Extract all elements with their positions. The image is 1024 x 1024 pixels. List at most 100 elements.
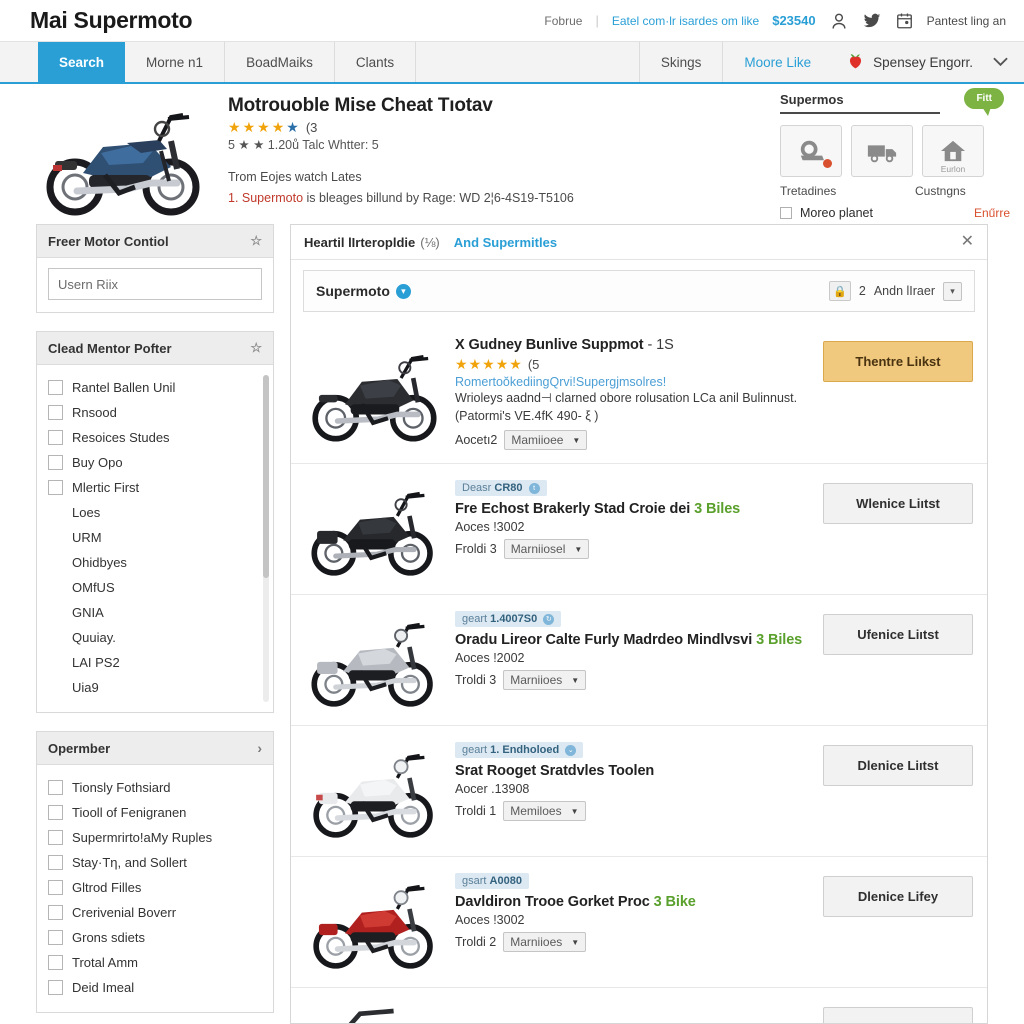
filter-item[interactable]: Uia9	[48, 675, 255, 700]
star-icon: ★	[455, 356, 468, 372]
panel-header[interactable]: Opermber ›	[37, 732, 273, 765]
result-primary-button[interactable]: Dlenice Liıtst	[823, 745, 973, 787]
filter-checkbox-row[interactable]: Stay·Tη, and Sollert	[48, 850, 262, 875]
chevron-down-icon[interactable]	[983, 42, 1024, 82]
result-tag[interactable]: gsart A0080	[455, 873, 529, 890]
list-item[interactable]	[291, 988, 987, 1023]
twitter-bird-icon[interactable]	[862, 12, 882, 30]
tab-skings[interactable]: Skings	[640, 42, 724, 82]
sidebar-scrollbar[interactable]	[263, 375, 269, 702]
result-title[interactable]: Oradu Lireor Calte Furly Madrdeo Mindlvs…	[455, 632, 823, 648]
person-icon[interactable]	[829, 11, 849, 31]
filter-checkbox-row[interactable]: Deid Imeal	[48, 975, 262, 1000]
panel-body	[37, 258, 273, 312]
result-primary-button[interactable]	[823, 1007, 973, 1023]
tab-clants[interactable]: Clants	[335, 42, 417, 82]
search-input[interactable]	[48, 268, 262, 300]
result-dropdown[interactable]: Marniiosel ▼	[503, 539, 590, 560]
result-dropdown[interactable]: Memiloes ▼	[503, 801, 586, 822]
star-outline-icon[interactable]: ☆	[250, 340, 262, 356]
filter-item[interactable]: OMfUS	[48, 575, 255, 600]
result-tag[interactable]: Deasr CR80 t	[455, 480, 547, 497]
close-icon[interactable]: ✕	[961, 234, 974, 250]
result-tag[interactable]: geart 1. Endholoed ⌄	[455, 742, 584, 759]
chevron-right-icon[interactable]: ›	[257, 740, 262, 756]
filter-checkbox-row[interactable]: Resoices Studes	[48, 425, 255, 450]
filter-checkbox-row[interactable]: Buy Opo	[48, 450, 255, 475]
home-icon-tile[interactable]: Eurlon	[922, 125, 984, 177]
checkbox[interactable]	[48, 830, 63, 845]
result-primary-button[interactable]: Dlenice Lifey	[823, 876, 973, 918]
list-item[interactable]: gsart A0080 Davldiron Trooe Gorket Proc …	[291, 857, 987, 989]
filter-item[interactable]: Loes	[48, 500, 255, 525]
result-tag[interactable]: geart 1.4007S0 ↻	[455, 611, 562, 628]
checkbox[interactable]	[48, 455, 63, 470]
result-action: Dlenice Liıtst	[823, 739, 973, 843]
filter-checkbox-row[interactable]: Mlertic First	[48, 475, 255, 500]
filter-checkbox-row[interactable]: Tionsly Fothsiard	[48, 775, 262, 800]
enquire-link[interactable]: Enűrre	[974, 206, 1010, 220]
checkbox[interactable]	[48, 405, 63, 420]
filter-label: Tiooll of Fenigranen	[72, 805, 187, 820]
filter-checkbox-row[interactable]: Gltrod Filles	[48, 875, 262, 900]
filter-item[interactable]: LAI PS2	[48, 650, 255, 675]
account-label[interactable]: Pantest ling an	[927, 14, 1006, 28]
result-dropdown[interactable]: Marniioes ▼	[503, 670, 587, 691]
lock-icon[interactable]: 🔒	[828, 281, 851, 301]
chevron-down-circle-icon[interactable]: ▾	[395, 283, 411, 299]
checkbox[interactable]	[48, 980, 63, 995]
brand-logo[interactable]: Mai Supermoto	[30, 7, 193, 34]
filter-item[interactable]: GNIA	[48, 600, 255, 625]
calendar-icon[interactable]	[895, 12, 914, 30]
tab-search[interactable]: Search	[38, 42, 126, 82]
result-primary-button[interactable]: Thentre Liıkst	[823, 341, 973, 382]
chevron-down-icon[interactable]: ▾	[943, 281, 962, 301]
filter-checkbox-row[interactable]: Trotal Amm	[48, 950, 262, 975]
checkbox[interactable]	[48, 380, 63, 395]
result-dropdown[interactable]: Mamiioee ▼	[504, 430, 588, 451]
list-item[interactable]: Deasr CR80 t Fre Echost Brakerly Stad Cr…	[291, 464, 987, 596]
filter-checkbox-row[interactable]: Tiooll of Fenigranen	[48, 800, 262, 825]
hero-checkbox-row: Moreo planet Enűrre	[780, 206, 1010, 220]
hero-checkbox[interactable]	[780, 207, 792, 219]
tab-morne[interactable]: Morne n1	[125, 42, 226, 82]
checkbox[interactable]	[48, 880, 63, 895]
filter-checkbox-row[interactable]: Rantel Ballen Unil	[48, 375, 255, 400]
scrollbar-thumb[interactable]	[263, 375, 269, 578]
checkbox[interactable]	[48, 955, 63, 970]
filter-item[interactable]: Ohidbyes	[48, 550, 255, 575]
checkbox[interactable]	[48, 480, 63, 495]
topbar-promo-link[interactable]: Eatel com·lr isardes om like	[612, 14, 759, 28]
tab-moore-like[interactable]: Moore Like	[723, 42, 832, 82]
filter-item[interactable]: URM	[48, 525, 255, 550]
result-dropdown[interactable]: Marniioes ▼	[503, 932, 587, 953]
result-title[interactable]: X Gudney Bunlive Suppmot - 1S	[455, 337, 823, 353]
result-title[interactable]: Srat Rooget Sratdvles Toolen	[455, 763, 823, 779]
filter-label: Stay·Tη, and Sollert	[72, 855, 187, 870]
result-link[interactable]: RomertoŏkediingQrvi!Supergjmsolres!	[455, 375, 823, 389]
list-item[interactable]: geart 1. Endholoed ⌄ Srat Rooget Sratdvl…	[291, 726, 987, 858]
filter-item[interactable]: Quuiay.	[48, 625, 255, 650]
truck-icon-tile[interactable]	[851, 125, 913, 177]
checkbox[interactable]	[48, 905, 63, 920]
tab-boadmaiks[interactable]: BoadMaiks	[225, 42, 335, 82]
result-primary-button[interactable]: Wlenice Liıtst	[823, 483, 973, 525]
filter-checkbox-row[interactable]: Supermrirto!aMy Ruples	[48, 825, 262, 850]
checkbox[interactable]	[48, 805, 63, 820]
checkbox[interactable]	[48, 930, 63, 945]
filter-checkbox-row[interactable]: Rnsood	[48, 400, 255, 425]
checkbox[interactable]	[48, 430, 63, 445]
result-primary-button[interactable]: Ufenice Liıtst	[823, 614, 973, 656]
result-title[interactable]: Fre Echost Brakerly Stad Croie dei 3 Bil…	[455, 501, 823, 517]
nav-user-menu[interactable]: Spensey Engorr.	[832, 42, 983, 82]
star-outline-icon[interactable]: ☆	[250, 233, 262, 249]
result-title[interactable]: Davldiron Trooe Gorket Proc 3 Bike	[455, 894, 823, 910]
checkbox[interactable]	[48, 855, 63, 870]
camera-lens-icon-tile[interactable]	[780, 125, 842, 177]
list-item[interactable]: X Gudney Bunlive Suppmot - 1S ★ ★ ★ ★ ★ …	[291, 322, 987, 465]
list-item[interactable]: geart 1.4007S0 ↻ Oradu Lireor Calte Furl…	[291, 595, 987, 727]
filter-checkbox-row[interactable]: Grons sdiets	[48, 925, 262, 950]
checkbox[interactable]	[48, 780, 63, 795]
filter-checkbox-row[interactable]: Crerivenial Boverr	[48, 900, 262, 925]
results-header-link[interactable]: And Supermitles	[454, 235, 557, 250]
